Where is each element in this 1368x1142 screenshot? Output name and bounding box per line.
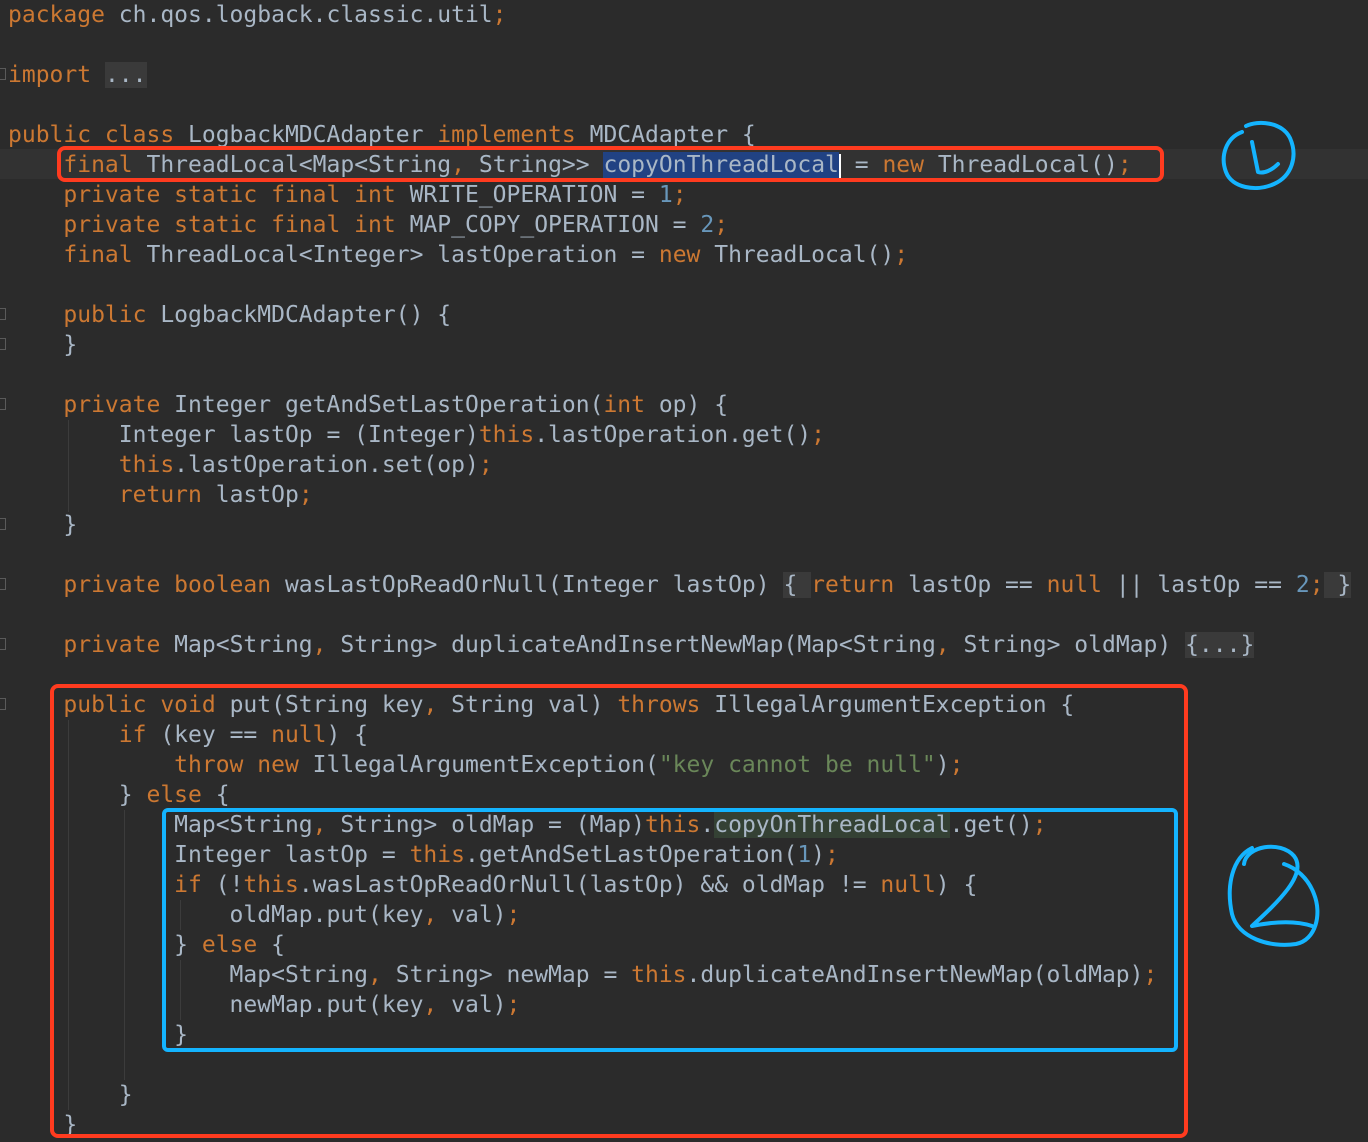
code-token: LogbackMDCAdapter() { bbox=[146, 302, 452, 328]
code-token: lastOp bbox=[201, 482, 299, 508]
fold-marker-icon[interactable] bbox=[0, 638, 6, 650]
code-line-waslastop[interactable]: private boolean wasLastOpReadOrNull(Inte… bbox=[8, 570, 1352, 600]
code-token: ; bbox=[672, 182, 687, 208]
code-line-getandset-2[interactable]: this.lastOperation.set(op); bbox=[8, 450, 493, 480]
code-token: final bbox=[63, 242, 133, 268]
code-token: } bbox=[8, 332, 78, 358]
code-token: this bbox=[118, 452, 175, 478]
code-token: private static final int bbox=[63, 212, 396, 238]
code-token: LogbackMDCAdapter bbox=[174, 122, 438, 148]
code-token: .lastOperation.set(op) bbox=[174, 452, 479, 478]
code-token: 2 bbox=[1295, 572, 1310, 598]
code-token: || lastOp == bbox=[1101, 572, 1296, 598]
fold-marker-icon[interactable] bbox=[0, 578, 6, 590]
handwritten-one-icon bbox=[1221, 120, 1296, 190]
fold-marker-icon[interactable] bbox=[0, 308, 6, 320]
code-token: .lastOperation.get() bbox=[534, 422, 812, 448]
code-token: ThreadLocal() bbox=[700, 242, 895, 268]
code-token: , bbox=[312, 632, 327, 658]
fold-marker-icon[interactable] bbox=[0, 518, 6, 530]
fold-marker-icon[interactable] bbox=[0, 698, 6, 710]
fold-marker-icon[interactable] bbox=[0, 398, 6, 410]
code-line-getandset-3[interactable]: return lastOp; bbox=[8, 480, 313, 510]
code-token: public bbox=[63, 302, 147, 328]
code-token: op) { bbox=[644, 392, 729, 418]
code-token: private static final int bbox=[63, 182, 396, 208]
code-token: String> duplicateAndInsertNewMap(Map<Str… bbox=[326, 632, 936, 658]
code-token: wasLastOpReadOrNull(Integer lastOp) bbox=[271, 572, 784, 598]
code-line-getandset-1[interactable]: Integer lastOp = (Integer)this.lastOpera… bbox=[8, 420, 825, 450]
code-token: package bbox=[8, 2, 105, 28]
annotation-2-inner-box bbox=[162, 808, 1178, 1052]
fold-marker-icon[interactable] bbox=[0, 68, 6, 80]
code-line-import[interactable]: import ... bbox=[8, 60, 147, 90]
handwritten-two-icon bbox=[1227, 844, 1320, 947]
code-token: this bbox=[478, 422, 535, 448]
code-line-duplicate[interactable]: private Map<String, String> duplicateAnd… bbox=[8, 630, 1255, 660]
code-token: ; bbox=[894, 242, 909, 268]
code-token: private bbox=[63, 632, 161, 658]
code-token: MAP_COPY_OPERATION = bbox=[395, 212, 701, 238]
code-line-field-lastop[interactable]: final ThreadLocal<Integer> lastOperation… bbox=[8, 240, 908, 270]
code-token: public class bbox=[8, 122, 175, 148]
code-token: MDCAdapter { bbox=[575, 122, 756, 148]
folded-code-placeholder[interactable]: ... bbox=[104, 62, 147, 88]
code-token: private boolean bbox=[63, 572, 272, 598]
code-token: new bbox=[658, 242, 701, 268]
code-line-field-write[interactable]: private static final int WRITE_OPERATION… bbox=[8, 180, 687, 210]
folded-code-placeholder[interactable]: { bbox=[783, 572, 812, 598]
code-token: , bbox=[935, 632, 950, 658]
code-token: ; bbox=[714, 212, 729, 238]
code-token: int bbox=[603, 392, 645, 418]
code-line-getandset[interactable]: private Integer getAndSetLastOperation(i… bbox=[8, 390, 728, 420]
folded-code-placeholder[interactable]: {...} bbox=[1185, 632, 1255, 658]
folded-code-placeholder[interactable]: } bbox=[1323, 572, 1352, 598]
code-token: } bbox=[8, 512, 78, 538]
code-token: lastOp == bbox=[894, 572, 1047, 598]
code-token: ; bbox=[811, 422, 826, 448]
code-token: ; bbox=[1309, 572, 1324, 598]
code-token: WRITE_OPERATION = bbox=[395, 182, 659, 208]
code-token: ThreadLocal<Integer> lastOperation = bbox=[132, 242, 659, 268]
code-token: Integer getAndSetLastOperation( bbox=[160, 392, 604, 418]
code-token: return bbox=[118, 482, 202, 508]
annotation-1-box bbox=[57, 146, 1164, 182]
code-editor[interactable]: package ch.qos.logback.classic.util; impo… bbox=[0, 0, 1368, 1142]
fold-marker-icon[interactable] bbox=[0, 338, 6, 350]
code-token: Integer lastOp = (Integer) bbox=[8, 422, 479, 448]
code-line-ctor-close[interactable]: } bbox=[8, 330, 77, 360]
code-token: ch.qos.logback.classic.util bbox=[104, 2, 493, 28]
code-token: private bbox=[63, 392, 161, 418]
code-token: ; bbox=[298, 482, 313, 508]
code-token: 2 bbox=[700, 212, 715, 238]
code-line-package[interactable]: package ch.qos.logback.classic.util; bbox=[8, 0, 507, 30]
code-line-ctor[interactable]: public LogbackMDCAdapter() { bbox=[8, 300, 451, 330]
code-line-getandset-close[interactable]: } bbox=[8, 510, 77, 540]
code-token: 1 bbox=[658, 182, 673, 208]
code-token: implements bbox=[437, 122, 576, 148]
code-token: String> oldMap) bbox=[949, 632, 1186, 658]
code-token: ; bbox=[478, 452, 493, 478]
code-token: import bbox=[8, 62, 92, 88]
code-token: ; bbox=[492, 2, 507, 28]
code-token: return bbox=[811, 572, 895, 598]
code-token: Map<String bbox=[160, 632, 313, 658]
code-line-field-mapcopy[interactable]: private static final int MAP_COPY_OPERAT… bbox=[8, 210, 728, 240]
code-token: null bbox=[1046, 572, 1102, 598]
